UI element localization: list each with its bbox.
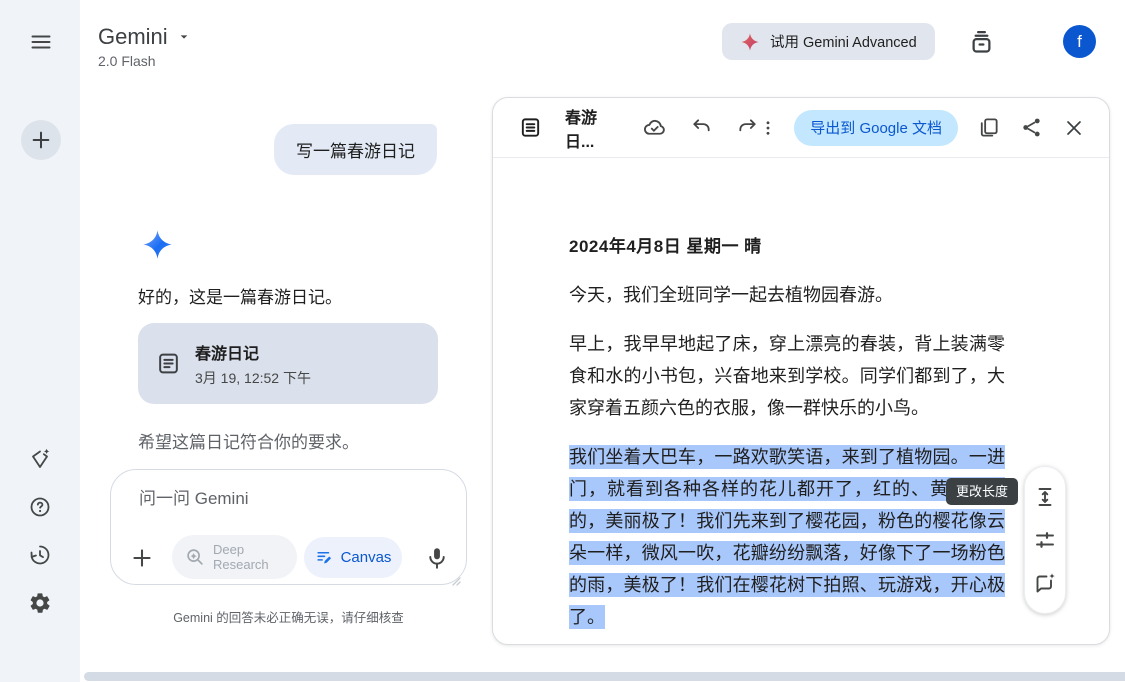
cloud-saved-button[interactable] — [642, 115, 667, 141]
document-paragraph: 今天，我们全班同学一起去植物园春游。 — [569, 279, 1005, 311]
user-message-bubble: 写一篇春游日记 — [274, 124, 437, 175]
canvas-icon — [315, 548, 334, 567]
cloud-check-icon — [642, 115, 667, 140]
sidebar — [0, 0, 80, 682]
user-message-text: 写一篇春游日记 — [296, 142, 415, 161]
share-icon — [1020, 116, 1043, 139]
document-icon — [156, 351, 181, 376]
deep-research-icon — [184, 546, 206, 568]
app-title: Gemini — [98, 24, 168, 50]
canvas-label: Canvas — [341, 549, 392, 566]
prompt-composer: Deep Research Canvas — [110, 469, 467, 585]
prompt-input[interactable] — [139, 489, 429, 509]
plus-icon — [30, 129, 52, 151]
tune-sliders-icon — [1033, 528, 1057, 552]
suggest-edits-button[interactable] — [1032, 570, 1058, 596]
document-attachment-card[interactable]: 春游日记 3月 19, 12:52 下午 — [138, 323, 438, 404]
tune-button[interactable] — [1032, 527, 1058, 553]
gemini-sparkle-icon — [142, 229, 173, 260]
settings-button[interactable] — [25, 588, 55, 618]
microphone-icon — [424, 545, 450, 571]
hamburger-icon — [29, 30, 53, 54]
advanced-sparkle-icon — [740, 32, 760, 52]
document-content[interactable]: 2024年4月8日 星期一 晴 今天，我们全班同学一起去植物园春游。 早上，我早… — [493, 158, 1109, 633]
disclaimer-text: Gemini 的回答未必正确无误，请仔细核查 — [110, 607, 467, 626]
undo-icon — [690, 116, 713, 139]
history-button[interactable] — [25, 540, 55, 570]
gem-icon — [28, 447, 52, 471]
tooltip-change-length: 更改长度 — [946, 478, 1018, 505]
document-paragraph: 早上，我早早地起了床，穿上漂亮的春装，背上装满零食和水的小书包，兴奋地来到学校。… — [569, 328, 1005, 424]
chevron-down-icon[interactable] — [176, 29, 192, 45]
selected-text: 我们坐着大巴车，一路欢歌笑语，来到了植物园。一进门，就看到各种各样的花儿都开了，… — [569, 445, 1005, 629]
redo-icon — [736, 116, 759, 139]
history-icon — [28, 543, 52, 567]
deep-research-label-line2: Research — [213, 557, 269, 572]
avatar-letter: f — [1077, 32, 1082, 52]
new-chat-button[interactable] — [21, 120, 61, 160]
try-gemini-advanced-button[interactable]: 试用 Gemini Advanced — [722, 23, 935, 60]
plus-icon — [129, 545, 155, 571]
resize-grip[interactable] — [449, 574, 461, 586]
help-button[interactable] — [25, 492, 55, 522]
close-panel-button[interactable] — [1061, 115, 1087, 141]
comment-sparkle-icon — [1033, 571, 1057, 595]
selection-toolbar — [1024, 466, 1066, 614]
attachment-timestamp: 3月 19, 12:52 下午 — [195, 368, 311, 388]
response-intro-text: 好的，这是一篇春游日记。 — [138, 283, 342, 308]
settings-gear-icon — [28, 591, 52, 615]
mic-button[interactable] — [423, 544, 451, 572]
undo-button[interactable] — [690, 115, 713, 141]
change-length-icon — [1033, 485, 1057, 509]
gemini-app-window: Gemini 2.0 Flash 试用 Gemini Advanced — [0, 0, 1125, 682]
sidebar-bottom-nav — [0, 444, 80, 618]
horizontal-scrollbar[interactable] — [84, 672, 1125, 681]
attachment-title: 春游日记 — [195, 340, 311, 364]
document-paragraph-selected: 我们坐着大巴车，一路欢歌笑语，来到了植物园。一进门，就看到各种各样的花儿都开了，… — [569, 441, 1005, 633]
close-icon — [1063, 117, 1085, 139]
help-icon — [28, 495, 52, 519]
export-to-google-docs-button[interactable]: 导出到 Google 文档 — [794, 110, 958, 146]
app-logo-block: Gemini 2.0 Flash — [98, 24, 192, 69]
copy-icon — [977, 116, 1000, 139]
archive-icon — [968, 29, 995, 56]
menu-button[interactable] — [28, 29, 54, 55]
canvas-doc-title[interactable]: 春游日... — [565, 104, 617, 152]
canvas-panel-header: 春游日... — [493, 98, 1109, 158]
document-icon — [519, 116, 542, 139]
canvas-panel: 春游日... — [492, 97, 1110, 645]
advanced-button-label: 试用 Gemini Advanced — [770, 31, 917, 52]
share-button[interactable] — [1018, 115, 1044, 141]
copy-button[interactable] — [975, 115, 1001, 141]
account-avatar[interactable]: f — [1063, 25, 1096, 58]
document-heading: 2024年4月8日 星期一 晴 — [569, 232, 1005, 257]
redo-button[interactable] — [736, 115, 759, 141]
model-label[interactable]: 2.0 Flash — [98, 53, 192, 69]
attach-button[interactable] — [127, 543, 157, 573]
change-length-button[interactable] — [1032, 484, 1058, 510]
kebab-menu-icon[interactable] — [759, 119, 777, 137]
canvas-button[interactable]: Canvas — [304, 537, 402, 578]
gem-button[interactable] — [25, 444, 55, 474]
archive-button[interactable] — [966, 27, 996, 57]
deep-research-button[interactable]: Deep Research — [172, 535, 297, 579]
response-outro-text: 希望这篇日记符合你的要求。 — [138, 428, 359, 453]
deep-research-label-line1: Deep — [213, 542, 244, 557]
